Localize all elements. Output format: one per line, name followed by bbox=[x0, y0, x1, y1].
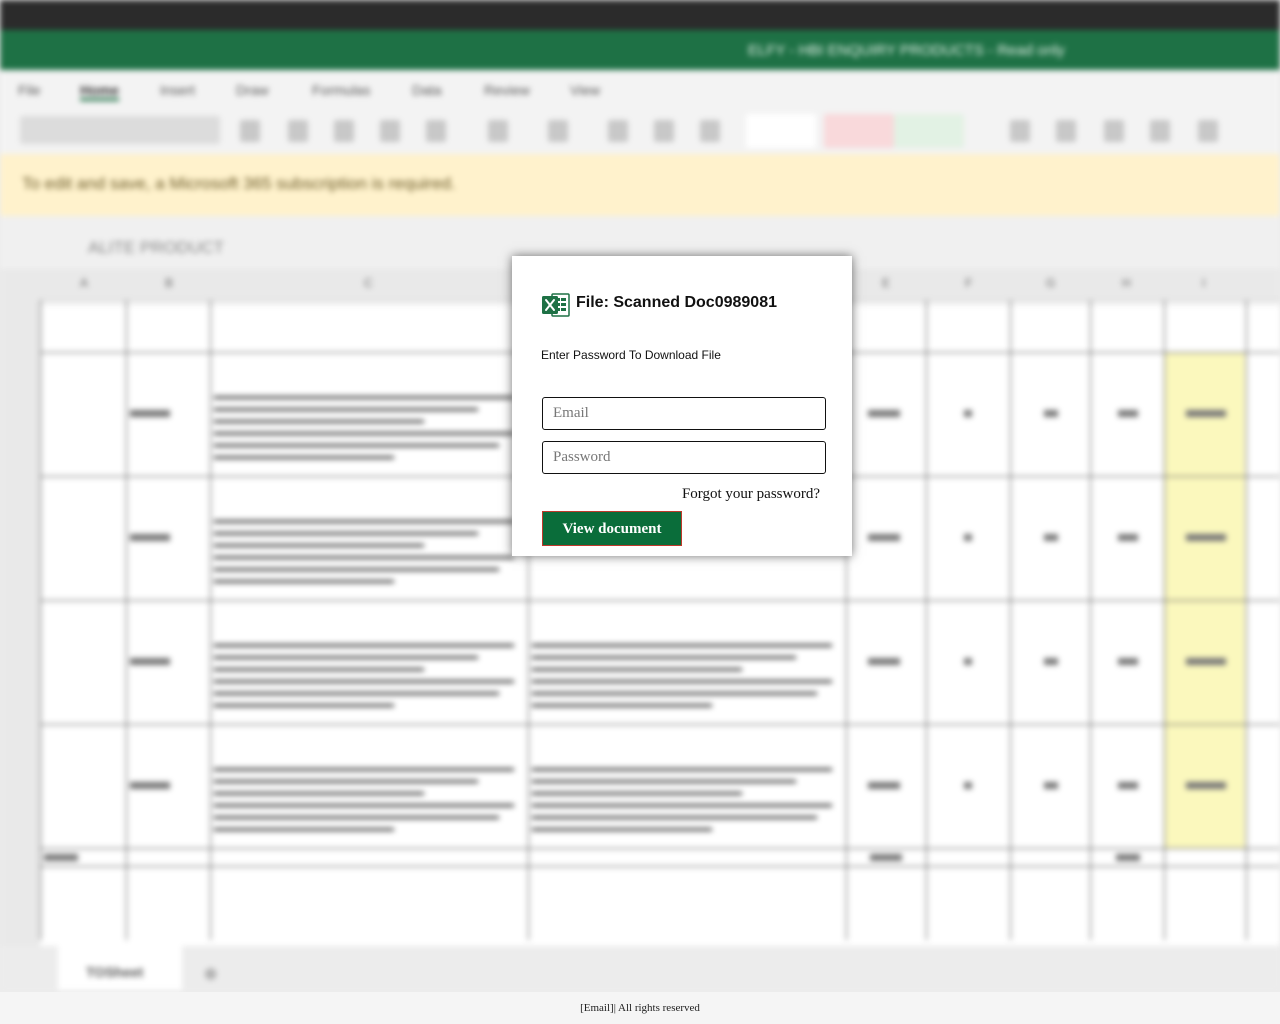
formula-value: ALITE PRODUCT bbox=[88, 238, 225, 257]
sheet-tab-label: TOSheet bbox=[86, 964, 144, 980]
sort-icon[interactable] bbox=[1150, 120, 1170, 142]
view-document-button[interactable]: View document bbox=[542, 511, 682, 546]
sheet-tab[interactable]: TOSheet bbox=[58, 946, 182, 990]
strikethrough-icon[interactable] bbox=[380, 120, 400, 142]
tab-insert[interactable]: Insert bbox=[160, 82, 195, 98]
delete-icon[interactable] bbox=[1056, 120, 1076, 142]
ribbon-toolbar bbox=[0, 110, 1280, 155]
add-sheet-icon[interactable]: ⊕ bbox=[204, 964, 217, 984]
tab-review[interactable]: Review bbox=[484, 82, 530, 98]
dialog-title: File: Scanned Doc0989081 bbox=[576, 294, 777, 311]
find-icon[interactable] bbox=[1198, 120, 1218, 142]
excel-logo-icon bbox=[542, 293, 570, 317]
insert-icon[interactable] bbox=[1010, 120, 1030, 142]
tab-data[interactable]: Data bbox=[412, 82, 442, 98]
font-selector[interactable] bbox=[20, 116, 220, 144]
row-headers bbox=[0, 300, 40, 946]
footer: [Email]| All rights reserved bbox=[0, 992, 1280, 1024]
bold-icon[interactable] bbox=[240, 120, 260, 142]
tab-draw[interactable]: Draw bbox=[236, 82, 269, 98]
forgot-password-link[interactable]: Forgot your password? bbox=[682, 486, 820, 503]
sheet-tab-bar: TOSheet ⊕ bbox=[0, 946, 1280, 992]
password-dialog: File: Scanned Doc0989081 Enter Password … bbox=[512, 256, 852, 556]
underline-icon[interactable] bbox=[334, 120, 354, 142]
banner-text: To edit and save, a Microsoft 365 subscr… bbox=[22, 174, 456, 193]
italic-icon[interactable] bbox=[288, 120, 308, 142]
email-field[interactable] bbox=[542, 397, 826, 430]
tab-view[interactable]: View bbox=[570, 82, 600, 98]
excel-title-bar: ELFY - HBI ENQUIRY PRODUCTS - Read only bbox=[0, 30, 1280, 70]
ribbon-tabs: File Home Insert Draw Formulas Data Revi… bbox=[0, 70, 1280, 110]
footer-text: [Email]| All rights reserved bbox=[580, 1002, 700, 1014]
style-bad[interactable] bbox=[824, 114, 894, 148]
tab-home[interactable]: Home bbox=[80, 82, 119, 101]
border-icon[interactable] bbox=[426, 120, 446, 142]
window-title: ELFY - HBI ENQUIRY PRODUCTS - Read only bbox=[748, 42, 1065, 59]
dialog-subtitle: Enter Password To Download File bbox=[541, 348, 721, 362]
merge-icon[interactable] bbox=[700, 120, 720, 142]
fill-color-icon[interactable] bbox=[488, 120, 508, 142]
tab-formulas[interactable]: Formulas bbox=[312, 82, 370, 98]
align-icon[interactable] bbox=[608, 120, 628, 142]
os-top-bar bbox=[0, 0, 1280, 30]
font-color-icon[interactable] bbox=[548, 120, 568, 142]
password-field[interactable] bbox=[542, 441, 826, 474]
tab-file[interactable]: File bbox=[18, 82, 41, 98]
wrap-icon[interactable] bbox=[654, 120, 674, 142]
style-normal[interactable] bbox=[746, 114, 816, 148]
style-good[interactable] bbox=[894, 114, 964, 148]
subscription-banner: To edit and save, a Microsoft 365 subscr… bbox=[0, 154, 1280, 216]
format-icon[interactable] bbox=[1104, 120, 1124, 142]
